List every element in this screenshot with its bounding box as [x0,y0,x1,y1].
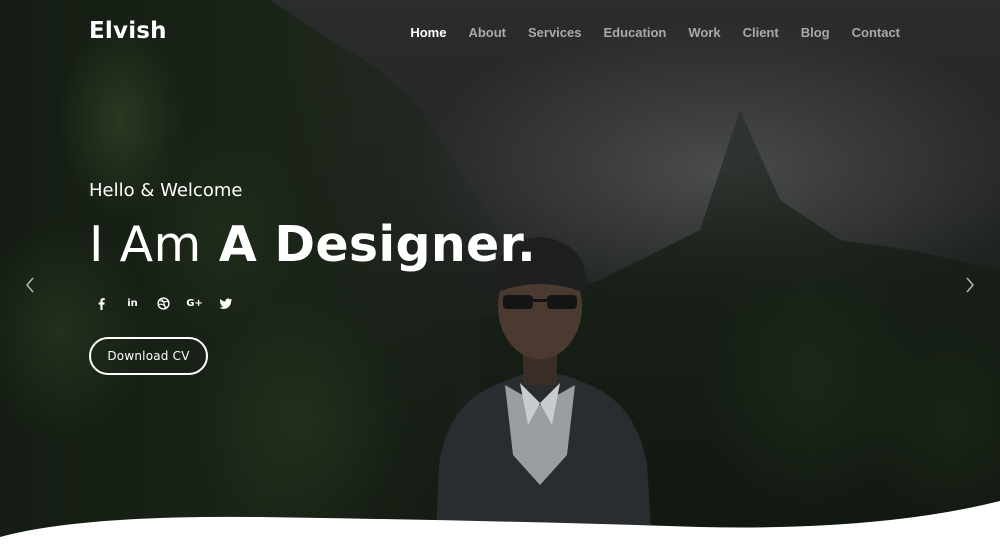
nav-item-education: Education [603,22,666,41]
nav-item-about: About [468,22,506,41]
nav-link-home[interactable]: Home [410,25,446,40]
hero-greeting: Hello & Welcome [89,180,243,201]
nav-item-home: Home [410,22,446,41]
nav-item-contact: Contact [852,22,900,41]
chevron-right-icon [966,277,974,293]
hero-headline: I Am A Designer. [89,215,536,275]
facebook-icon [98,298,105,310]
hero-section: Elvish Home About Services Education Wor… [0,0,1000,557]
dribbble-link[interactable] [157,297,170,310]
nav-link-about[interactable]: About [468,25,506,40]
bottom-wave-divider [0,501,1000,557]
headline-bold-text: A Designer. [218,216,536,273]
nav-item-client: Client [743,22,779,41]
twitter-icon [219,298,232,309]
download-cv-button[interactable]: Download CV [89,337,208,375]
google-plus-link[interactable]: G+ [186,297,203,310]
nav-link-services[interactable]: Services [528,25,582,40]
facebook-link[interactable] [95,297,108,310]
linkedin-link[interactable]: in [126,297,139,310]
slider-prev-arrow[interactable] [23,276,37,294]
site-logo[interactable]: Elvish [89,18,167,44]
hero-content: Hello & Welcome I Am A Designer. in G+ D… [89,180,536,375]
twitter-link[interactable] [219,297,232,310]
nav-item-work: Work [688,22,720,41]
nav-link-client[interactable]: Client [743,25,779,40]
social-links: in G+ [95,297,536,310]
nav-link-education[interactable]: Education [603,25,666,40]
nav-link-blog[interactable]: Blog [801,25,830,40]
nav-link-contact[interactable]: Contact [852,25,900,40]
chevron-left-icon [26,277,34,293]
nav-item-services: Services [528,22,582,41]
main-navigation: Home About Services Education Work Clien… [410,22,900,41]
slider-next-arrow[interactable] [963,276,977,294]
linkedin-icon: in [127,298,138,309]
nav-item-blog: Blog [801,22,830,41]
site-header: Elvish Home About Services Education Wor… [0,0,1000,62]
headline-light-text: I Am [89,216,202,273]
google-plus-icon: G+ [186,298,203,309]
dribbble-icon [157,297,170,310]
nav-link-work[interactable]: Work [688,25,720,40]
